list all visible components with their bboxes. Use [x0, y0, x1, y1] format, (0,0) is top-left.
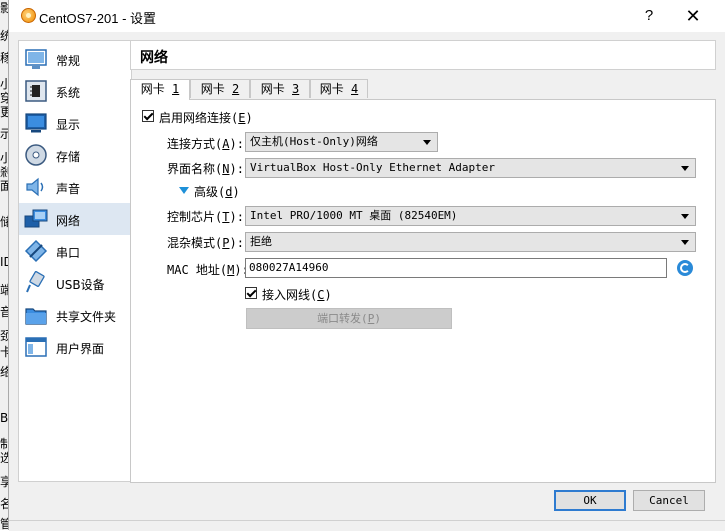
promiscuous-label-suffix: ):	[229, 236, 244, 250]
background-text: B	[0, 411, 9, 425]
sidebar-item-serial[interactable]: 串口	[19, 235, 131, 267]
promiscuous-mode-label: 混杂模式(P):	[167, 234, 244, 251]
page-title: 网络	[140, 50, 168, 66]
audio-icon	[26, 177, 44, 197]
sidebar-item-network[interactable]: 网络	[19, 203, 131, 235]
tab-label: 网卡	[260, 82, 292, 96]
chevron-down-icon	[423, 140, 431, 145]
chevron-down-icon	[681, 240, 689, 245]
refresh-mac-icon[interactable]	[677, 260, 693, 276]
chevron-down-icon	[681, 166, 689, 171]
network-icon	[24, 209, 48, 228]
ok-button[interactable]: OK	[554, 490, 626, 511]
chevron-down-icon	[681, 214, 689, 219]
sidebar-item-label: USB设备	[56, 278, 105, 292]
adapter-name-select[interactable]: VirtualBox Host-Only Ethernet Adapter	[245, 158, 696, 178]
adapter-type-label-suffix: ):	[229, 210, 244, 224]
tab-label: 网卡	[200, 82, 232, 96]
sidebar-item-user-interface[interactable]: 用户界面	[19, 331, 131, 363]
user-interface-icon	[25, 337, 47, 357]
sidebar-item-label: 声音	[56, 182, 81, 196]
adapter-name-value: VirtualBox Host-Only Ethernet Adapter	[250, 161, 496, 174]
virtualbox-icon	[21, 8, 36, 23]
cancel-button[interactable]: Cancel	[633, 490, 705, 511]
tab-label-mnemonic: 4	[351, 82, 359, 96]
sidebar-item-label: 存储	[56, 150, 81, 164]
storage-icon	[25, 144, 47, 166]
page-header: 网络	[130, 40, 716, 70]
tab-adapter-1[interactable]: 网卡 1	[130, 79, 190, 100]
tab-adapter-3[interactable]: 网卡 3	[250, 79, 310, 98]
advanced-label-suffix: )	[232, 185, 240, 199]
adapter-type-label: 控制芯片(T):	[167, 208, 244, 225]
tab-label-mnemonic: 2	[232, 82, 240, 96]
sidebar-item-label: 常规	[56, 54, 81, 68]
enable-adapter-label: 启用网络连接(E)	[159, 109, 253, 126]
sidebar-item-storage[interactable]: 存储	[19, 139, 131, 171]
sidebar-item-label: 网络	[56, 214, 81, 228]
help-button[interactable]: ?	[629, 4, 669, 28]
advanced-label-text: 高级(	[194, 185, 226, 199]
sidebar-item-usb[interactable]: USB设备	[19, 267, 131, 299]
adapter-name-label-suffix: ):	[229, 162, 244, 176]
general-icon	[25, 49, 47, 69]
close-button[interactable]: ✕	[673, 4, 713, 28]
sidebar-item-label: 用户界面	[56, 342, 105, 356]
tab-label-mnemonic: 1	[172, 82, 180, 96]
adapter-name-label: 界面名称(N):	[167, 160, 244, 177]
tab-label: 网卡	[319, 82, 351, 96]
sidebar-item-system[interactable]: 系统	[19, 75, 131, 107]
window-bottom-edge	[9, 520, 725, 531]
attached-to-select[interactable]: 仅主机(Host-Only)网络	[245, 132, 438, 152]
mac-label-text: MAC 地址(	[167, 263, 228, 277]
port-forward-label-text: 端口转发(	[317, 312, 368, 325]
shared-folder-icon	[25, 308, 47, 325]
tab-adapter-4[interactable]: 网卡 4	[310, 79, 368, 98]
attached-to-label-text: 连接方式(	[167, 137, 223, 151]
promiscuous-mode-select[interactable]: 拒绝	[245, 232, 696, 252]
sidebar-item-label: 串口	[56, 246, 81, 260]
sidebar-item-audio[interactable]: 声音	[19, 171, 131, 203]
cable-connected-checkbox[interactable]	[245, 287, 257, 299]
tab-adapter-2[interactable]: 网卡 2	[190, 79, 250, 98]
usb-icon	[26, 271, 45, 293]
attached-to-label-suffix: ):	[229, 137, 244, 151]
title-bar: CentOS7-201 - 设置 ? ✕	[9, 0, 725, 32]
port-forwarding-button[interactable]: 端口转发(P)	[246, 308, 452, 329]
adapter-type-value: Intel PRO/1000 MT 桌面 (82540EM)	[250, 209, 458, 222]
mac-address-field[interactable]: 080027A14960	[245, 258, 667, 278]
port-forward-label-suffix: )	[374, 312, 381, 325]
sidebar-item-label: 共享文件夹	[56, 310, 117, 324]
settings-dialog: CentOS7-201 - 设置 ? ✕ 常规 系统 显示 存储 声音 网络 串…	[8, 0, 725, 531]
sidebar-item-general[interactable]: 常规	[19, 43, 131, 75]
serial-icon	[24, 239, 48, 263]
advanced-toggle[interactable]: 高级(d)	[194, 183, 240, 200]
cable-label-suffix: )	[324, 288, 332, 302]
adapter-panel: 启用网络连接(E) 连接方式(A): 仅主机(Host-Only)网络 界面名称…	[130, 99, 716, 483]
tab-label: 网卡	[140, 82, 172, 96]
window-title: CentOS7-201 - 设置	[39, 11, 157, 26]
attached-to-value: 仅主机(Host-Only)网络	[250, 135, 378, 148]
promiscuous-label-text: 混杂模式(	[167, 236, 223, 250]
tab-label-mnemonic: 3	[292, 82, 300, 96]
adapter-type-label-text: 控制芯片(	[167, 210, 223, 224]
expand-advanced-icon[interactable]	[179, 187, 189, 194]
enable-adapter-label-text: 启用网络连接(	[159, 111, 239, 125]
system-icon	[25, 80, 47, 102]
display-icon	[25, 113, 47, 133]
sidebar-item-label: 显示	[56, 118, 81, 132]
mac-address-label: MAC 地址(M):	[167, 261, 249, 278]
sidebar-item-label: 系统	[56, 86, 81, 100]
enable-adapter-checkbox[interactable]	[142, 110, 154, 122]
cable-connected-label: 接入网线(C)	[262, 286, 332, 303]
settings-sidebar: 常规 系统 显示 存储 声音 网络 串口 USB设备 共享文件夹 用户界面	[18, 40, 132, 482]
sidebar-item-shared-folders[interactable]: 共享文件夹	[19, 299, 131, 331]
adapter-type-select[interactable]: Intel PRO/1000 MT 桌面 (82540EM)	[245, 206, 696, 226]
promiscuous-mode-value: 拒绝	[250, 235, 272, 248]
enable-adapter-label-suffix: )	[245, 111, 253, 125]
attached-to-label: 连接方式(A):	[167, 135, 244, 152]
sidebar-item-display[interactable]: 显示	[19, 107, 131, 139]
cable-label-text: 接入网线(	[262, 288, 318, 302]
adapter-name-label-text: 界面名称(	[167, 162, 223, 176]
